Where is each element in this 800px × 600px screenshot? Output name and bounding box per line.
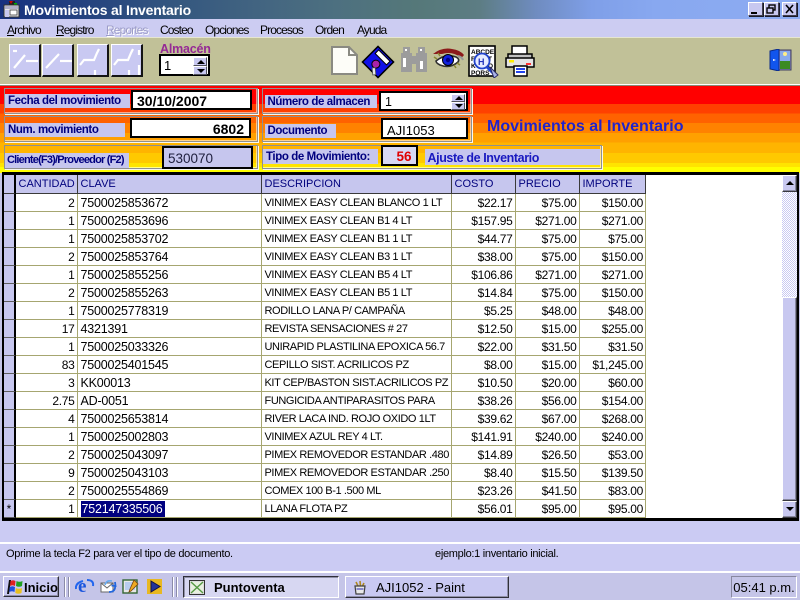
svg-text:e: e: [78, 576, 86, 596]
svg-text:H: H: [478, 57, 485, 67]
svg-text:PQRS: PQRS: [471, 70, 490, 77]
